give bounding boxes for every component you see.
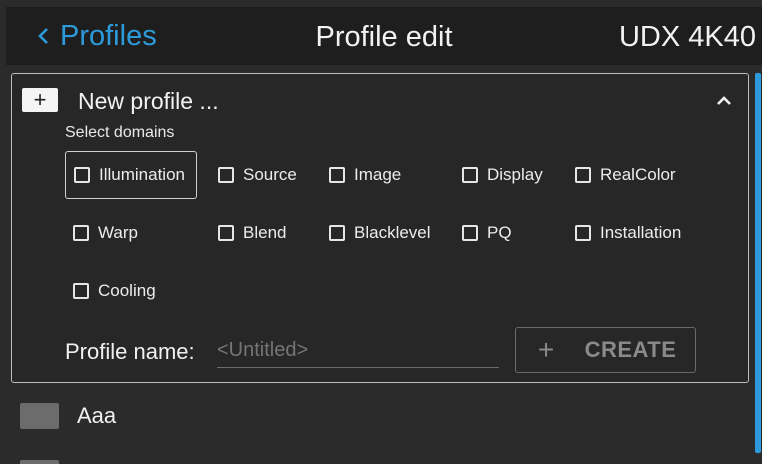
checkbox-icon — [462, 167, 478, 183]
domain-checkbox-illumination[interactable]: Illumination — [65, 151, 197, 199]
domain-label: Blend — [243, 223, 287, 242]
checkbox-icon — [329, 225, 345, 241]
domain-label: Blacklevel — [354, 223, 431, 242]
new-profile-title[interactable]: New profile ... — [78, 88, 219, 115]
checkbox-icon — [218, 167, 234, 183]
checkbox-icon — [329, 167, 345, 183]
domain-label: Image — [354, 165, 402, 184]
profile-swatch — [20, 403, 59, 429]
create-label: CREATE — [584, 337, 677, 362]
checkbox-icon — [218, 225, 234, 241]
domain-checkbox-warp[interactable]: Warp — [65, 209, 146, 257]
checkbox-icon — [575, 225, 591, 241]
domain-checkbox-realcolor[interactable]: RealColor — [567, 151, 684, 199]
create-button[interactable]: + CREATE — [515, 327, 696, 373]
domain-checkbox-cooling[interactable]: Cooling — [65, 267, 164, 315]
profile-list-item[interactable]: Aaa — [0, 384, 752, 448]
domain-checkbox-image[interactable]: Image — [321, 151, 409, 199]
profile-name-input[interactable] — [217, 334, 499, 368]
app-header: Profiles Profile edit UDX 4K40 — [6, 7, 762, 65]
profile-list-item[interactable] — [0, 448, 752, 464]
domain-label: PQ — [487, 223, 512, 242]
domain-label: Cooling — [98, 281, 156, 300]
checkbox-icon — [74, 167, 90, 183]
device-name: UDX 4K40 — [618, 21, 756, 53]
add-icon[interactable]: + — [22, 88, 58, 112]
domain-label: Installation — [600, 223, 682, 242]
checkbox-icon — [73, 283, 89, 299]
domain-label: Illumination — [99, 165, 185, 184]
profile-name: Aaa — [77, 403, 117, 428]
domain-checkbox-installation[interactable]: Installation — [567, 209, 689, 257]
checkbox-icon — [462, 225, 478, 241]
checkbox-icon — [73, 225, 89, 241]
domain-label: Warp — [98, 223, 138, 242]
scrollbar[interactable] — [755, 73, 761, 453]
domain-checkbox-blend[interactable]: Blend — [210, 209, 294, 257]
domain-label: Source — [243, 165, 297, 184]
domain-checkbox-source[interactable]: Source — [210, 151, 305, 199]
domain-checkbox-blacklevel[interactable]: Blacklevel — [321, 209, 439, 257]
checkbox-icon — [575, 167, 591, 183]
chevron-up-icon[interactable] — [712, 89, 736, 113]
profile-name-label: Profile name: — [65, 339, 195, 364]
plus-icon: + — [537, 334, 555, 365]
domain-label: Display — [487, 165, 543, 184]
domain-checkbox-display[interactable]: Display — [454, 151, 551, 199]
profile-swatch — [20, 460, 59, 464]
domain-label: RealColor — [600, 165, 676, 184]
domain-checkbox-pq[interactable]: PQ — [454, 209, 520, 257]
new-profile-panel: + New profile ... Select domains Illumin… — [11, 73, 749, 383]
select-domains-label: Select domains — [65, 124, 175, 141]
